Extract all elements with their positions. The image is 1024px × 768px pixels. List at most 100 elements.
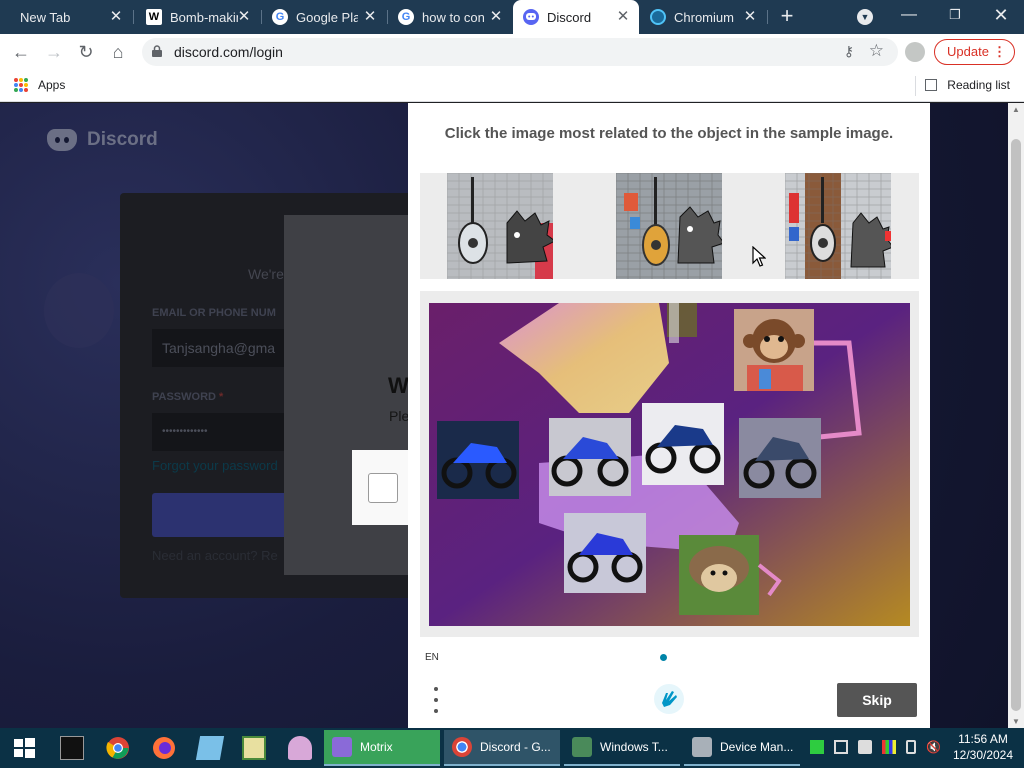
- tab-discord[interactable]: Discord ✕: [513, 0, 639, 34]
- tab-title: Chromium: [674, 9, 734, 25]
- volume-muted-icon[interactable]: 🔇: [926, 740, 941, 754]
- bookmarks-bar: Apps Reading list: [0, 70, 1024, 102]
- tab-bomb-making[interactable]: W Bomb-making ✕: [134, 0, 260, 34]
- back-arrow-icon[interactable]: ←: [9, 40, 33, 64]
- home-icon[interactable]: ⌂: [106, 40, 130, 64]
- firefox-icon[interactable]: [152, 736, 176, 760]
- reload-icon[interactable]: ↻: [74, 40, 98, 64]
- mouse-cursor-icon: [752, 246, 766, 267]
- tray-battery-icon[interactable]: [906, 740, 916, 754]
- tray-colors-icon[interactable]: [882, 740, 896, 754]
- tab-title: New Tab: [20, 9, 71, 25]
- scrollbar-thumb[interactable]: [1011, 139, 1021, 711]
- address-bar[interactable]: discord.com/login ⚷ ☆: [142, 38, 898, 66]
- motrix-icon: [332, 737, 352, 757]
- tab-title: Discord: [547, 9, 592, 25]
- apps-shortcut[interactable]: Apps: [14, 78, 65, 92]
- tab-strip: New Tab ✕ W Bomb-making ✕ G Google Play …: [0, 0, 1024, 34]
- google-icon: G: [398, 9, 414, 25]
- clock-date: 12/30/2024: [952, 748, 1014, 762]
- close-icon[interactable]: ✕: [742, 9, 758, 25]
- chromium-icon: [650, 9, 666, 25]
- taskbar-motrix[interactable]: Motrix: [324, 730, 440, 766]
- tab-search-chevron-icon[interactable]: ▼: [857, 9, 873, 25]
- window-close-icon[interactable]: ✕: [986, 4, 1016, 26]
- tab-title: Bomb-making: [170, 9, 238, 25]
- clock-time: 11:56 AM: [958, 732, 1008, 746]
- taskbar-device-manager[interactable]: Device Man...: [684, 730, 800, 766]
- motorcycle-image: [739, 418, 821, 498]
- close-icon[interactable]: ✕: [362, 9, 378, 25]
- close-icon[interactable]: ✕: [488, 9, 504, 25]
- close-icon[interactable]: ✕: [108, 9, 124, 25]
- discord-login-page: Discord We're EMAIL OR PHONE NUM Tanjsan…: [0, 103, 1008, 728]
- scroll-down-icon[interactable]: ▼: [1012, 717, 1020, 726]
- captcha-instruction: Click the image most related to the obje…: [444, 125, 894, 142]
- close-icon[interactable]: ✕: [615, 9, 631, 25]
- apps-label: Apps: [38, 78, 66, 92]
- task-label: Discord - G...: [480, 740, 551, 754]
- bookmark-star-icon[interactable]: ☆: [869, 41, 884, 61]
- tab-how-to[interactable]: G how to con ✕: [388, 0, 512, 34]
- system-clock[interactable]: 11:56 AM 12/30/2024: [950, 731, 1016, 763]
- tray-network-icon[interactable]: [858, 740, 872, 754]
- new-tab-plus-icon[interactable]: +: [776, 5, 798, 27]
- skip-button[interactable]: Skip: [837, 683, 917, 717]
- discord-wordmark: Discord: [87, 129, 158, 150]
- tray-usb-icon[interactable]: [834, 740, 848, 754]
- hcaptcha-logo-icon: [654, 684, 684, 714]
- forgot-password-link[interactable]: Forgot your password: [152, 458, 278, 473]
- profile-avatar-icon[interactable]: [905, 42, 925, 62]
- windows-start-icon[interactable]: [12, 736, 36, 760]
- tray-green-icon[interactable]: [810, 740, 824, 754]
- lock-icon: [152, 45, 162, 57]
- sample-image: [785, 173, 891, 279]
- taskbar-windows-terminal[interactable]: Windows T...: [564, 730, 680, 766]
- sample-image: [616, 173, 722, 279]
- reading-list-label: Reading list: [947, 78, 1010, 92]
- sample-image: [447, 173, 553, 279]
- motorcycle-image: [549, 418, 631, 496]
- modal-heading: W: [388, 373, 409, 398]
- password-label: PASSWORD *: [152, 391, 224, 403]
- tab-new-tab[interactable]: New Tab ✕: [0, 0, 132, 34]
- modal-text: Ple: [389, 408, 410, 424]
- discord-mark-icon: [47, 129, 77, 151]
- restore-icon[interactable]: ❐: [940, 4, 970, 26]
- motorcycle-image: [642, 403, 724, 485]
- motorcycle-image: [564, 513, 646, 593]
- challenge-image[interactable]: [429, 303, 910, 626]
- paint-app-icon[interactable]: [288, 736, 312, 760]
- guitar-hedgehog-graffiti-image: [616, 173, 722, 279]
- url-text: discord.com/login: [174, 44, 283, 60]
- language-selector[interactable]: EN: [425, 652, 439, 663]
- notepad-plus-icon[interactable]: [242, 736, 266, 760]
- update-label: Update: [947, 44, 989, 59]
- forward-arrow-icon[interactable]: →: [42, 40, 66, 64]
- browser-toolbar: ← → ↻ ⌂ discord.com/login ⚷ ☆ Update ⋮: [0, 34, 1024, 70]
- register-link[interactable]: Need an account? Re: [152, 548, 278, 563]
- hcaptcha-checkbox[interactable]: [368, 473, 398, 503]
- key-icon[interactable]: ⚷: [844, 43, 854, 60]
- scroll-up-icon[interactable]: ▲: [1012, 105, 1020, 114]
- taskbar-discord-chrome[interactable]: Discord - G...: [444, 730, 560, 766]
- tab-chromium[interactable]: Chromium ✕: [640, 0, 766, 34]
- guitar-hedgehog-graffiti-image: [785, 173, 891, 279]
- reading-list-button[interactable]: Reading list: [925, 78, 1010, 92]
- wikipedia-icon: W: [146, 9, 162, 25]
- chrome-icon[interactable]: [106, 736, 130, 760]
- reading-list-icon: [925, 79, 938, 91]
- notebook-app-icon[interactable]: [195, 736, 225, 760]
- page-scrollbar[interactable]: ▲ ▼: [1008, 103, 1024, 728]
- kebab-menu-icon: ⋮: [993, 44, 1006, 59]
- captcha-menu-icon[interactable]: [432, 687, 440, 713]
- minimize-icon[interactable]: —: [894, 4, 924, 26]
- task-label: Device Man...: [720, 740, 794, 754]
- motorcycle-image: [437, 421, 519, 499]
- monkey-image: [734, 309, 814, 391]
- tab-google-play[interactable]: G Google Play ✕: [262, 0, 386, 34]
- update-button[interactable]: Update ⋮: [934, 39, 1015, 65]
- close-icon[interactable]: ✕: [236, 9, 252, 25]
- terminal-icon[interactable]: [60, 736, 84, 760]
- background-avatar: [44, 273, 114, 348]
